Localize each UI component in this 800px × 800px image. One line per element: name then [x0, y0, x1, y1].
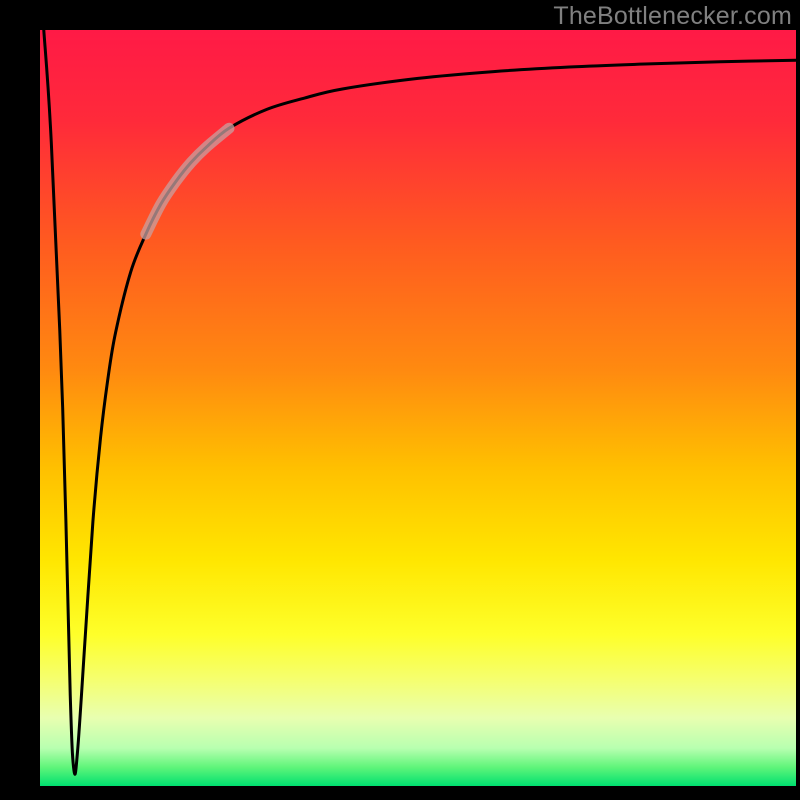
plot-area	[40, 30, 796, 786]
chart-frame: TheBottlenecker.com	[0, 0, 800, 800]
watermark-text: TheBottlenecker.com	[553, 2, 792, 31]
bottleneck-chart	[40, 30, 796, 786]
gradient-background	[40, 30, 796, 786]
